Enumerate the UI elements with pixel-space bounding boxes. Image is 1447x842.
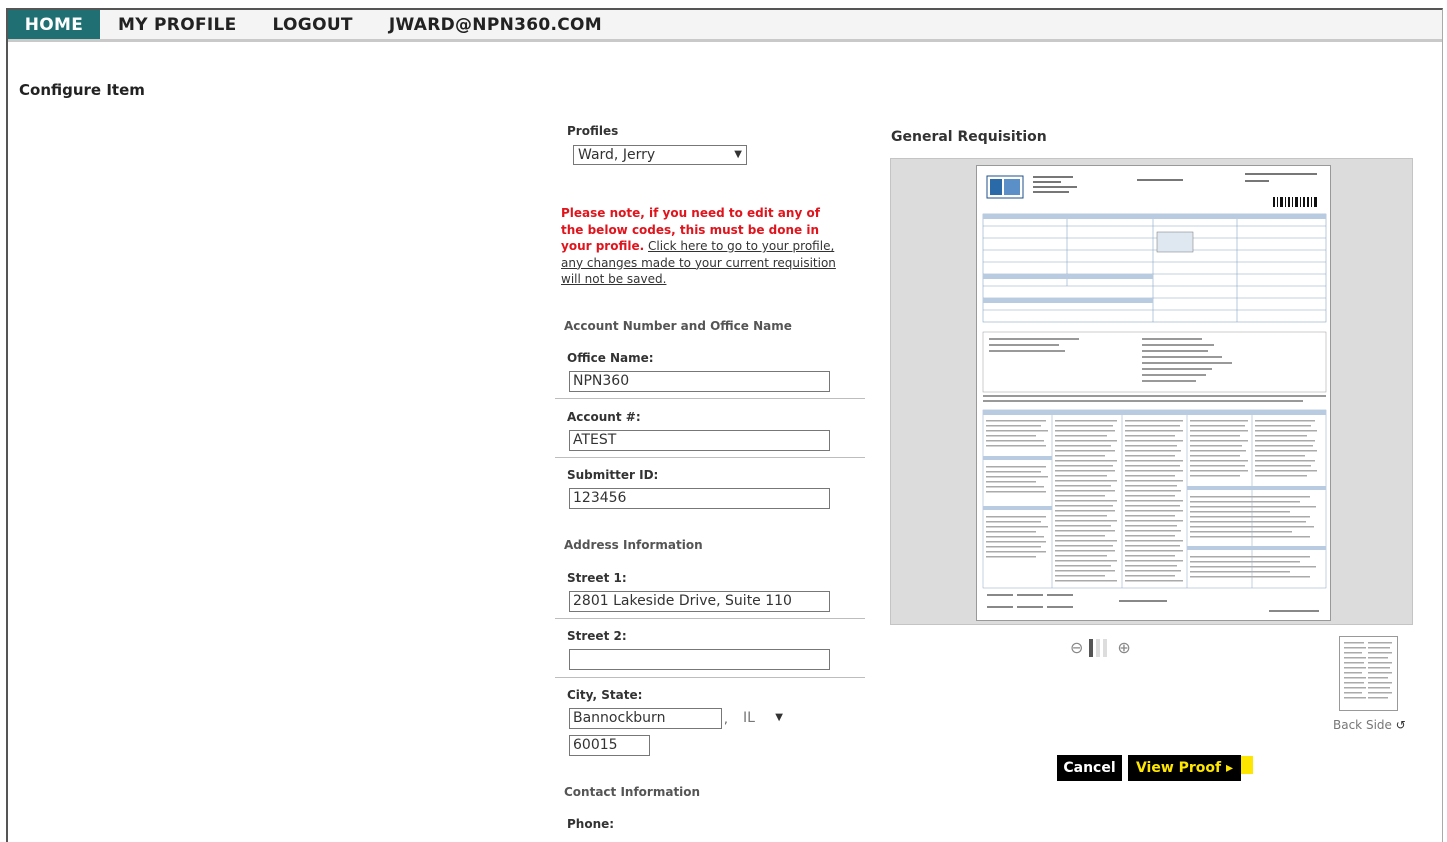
account-number-label: Account #: [567, 410, 641, 424]
divider [555, 677, 865, 678]
nav-user-email[interactable]: JWARD@NPN360.COM [371, 10, 620, 39]
chevron-down-icon: ▼ [734, 149, 742, 160]
contact-section-title: Contact Information [564, 785, 701, 799]
zoom-slider-step [1103, 638, 1108, 657]
page-title: Configure Item [19, 81, 145, 99]
view-proof-accent [1241, 756, 1253, 774]
office-name-input[interactable]: NPN360 [569, 371, 830, 392]
submitter-id-label: Submitter ID: [567, 468, 659, 482]
divider [555, 618, 865, 619]
city-input[interactable]: Bannockburn [569, 708, 722, 729]
profiles-select[interactable]: Ward, Jerry ▼ [573, 145, 747, 165]
address-section-title: Address Information [564, 538, 703, 552]
profiles-select-value: Ward, Jerry [578, 147, 656, 163]
profiles-label: Profiles [567, 124, 619, 138]
rotate-icon: ↺ [1395, 718, 1406, 732]
thumbnail-drawing [1344, 642, 1392, 699]
divider [555, 457, 865, 458]
phone-label: Phone: [567, 817, 615, 831]
street1-input[interactable]: 2801 Lakeside Drive, Suite 110 [569, 591, 830, 612]
zoom-slider-step [1096, 638, 1101, 657]
account-number-input[interactable]: ATEST [569, 430, 830, 451]
preview-title: General Requisition [891, 129, 1047, 145]
zoom-in-icon[interactable]: ⊕ [1117, 638, 1130, 657]
zoom-out-icon[interactable]: ⊖ [1070, 638, 1083, 657]
zip-input[interactable]: 60015 [569, 735, 650, 756]
state-select-value: IL [743, 710, 755, 726]
top-navbar: HOME MY PROFILE LOGOUT JWARD@NPN360.COM [8, 10, 1442, 42]
nav-my-profile[interactable]: MY PROFILE [100, 10, 255, 39]
back-side-label: Back Side [1333, 718, 1392, 732]
nav-logout[interactable]: LOGOUT [255, 10, 371, 39]
back-side-toggle[interactable]: Back Side ↺ [1333, 718, 1406, 732]
zoom-controls: ⊖ ⊕ [1070, 638, 1131, 657]
profile-edit-note: Please note, if you need to edit any of … [561, 205, 846, 288]
city-state-label: City, State: [567, 688, 643, 702]
comma-separator: , [724, 712, 728, 726]
chevron-down-icon: ▼ [775, 712, 783, 723]
requisition-form-drawing [982, 173, 1327, 612]
account-section-title: Account Number and Office Name [564, 319, 792, 333]
nav-home[interactable]: HOME [8, 10, 100, 39]
zoom-slider-step [1089, 638, 1094, 657]
street2-label: Street 2: [567, 629, 627, 643]
divider [555, 398, 865, 399]
requisition-document-image [976, 165, 1331, 621]
cancel-button[interactable]: Cancel [1057, 755, 1122, 781]
zoom-slider[interactable] [1089, 638, 1111, 657]
submitter-id-input[interactable]: 123456 [569, 488, 830, 509]
street1-label: Street 1: [567, 571, 627, 585]
office-name-label: Office Name: [567, 351, 654, 365]
street2-input[interactable] [569, 649, 830, 670]
state-select[interactable]: IL ▼ [739, 708, 787, 728]
back-side-thumbnail[interactable] [1339, 636, 1398, 711]
document-preview[interactable] [890, 158, 1413, 625]
view-proof-button[interactable]: View Proof ▸ [1128, 755, 1241, 781]
